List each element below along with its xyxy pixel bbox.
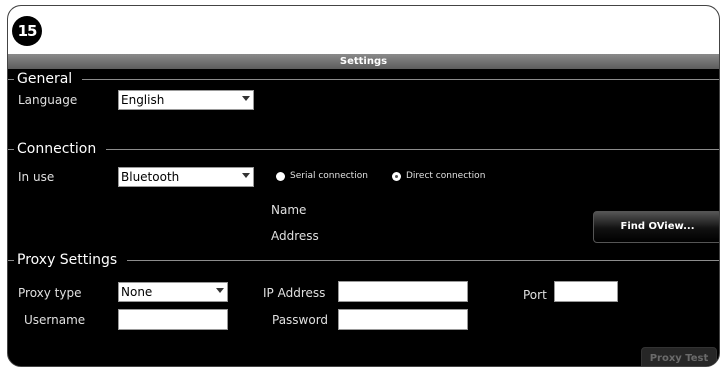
section-divider — [8, 79, 719, 80]
ip-address-input[interactable] — [338, 281, 468, 302]
proxy-section-title: Proxy Settings — [14, 251, 128, 269]
device-name-label: Name — [271, 203, 307, 217]
connection-type-dropdown[interactable]: Bluetooth — [118, 167, 254, 187]
device-address-label: Address — [271, 229, 319, 243]
step-number-badge: 15 — [12, 16, 42, 46]
in-use-label: In use — [18, 170, 55, 184]
proxy-type-value: None — [121, 285, 153, 299]
username-label: Username — [24, 313, 86, 327]
connection-section-title: Connection — [14, 140, 107, 158]
general-section-header: General — [8, 70, 719, 88]
language-label: Language — [18, 93, 78, 107]
connection-section-header: Connection — [8, 140, 719, 158]
find-oview-button[interactable]: Find OView... — [593, 211, 719, 243]
direct-connection-radio[interactable] — [392, 172, 401, 181]
settings-panel: 15 Settings General Language English Con… — [7, 5, 720, 367]
window-title: Settings — [8, 54, 719, 69]
port-label: Port — [523, 288, 547, 302]
password-input[interactable] — [338, 309, 468, 330]
chevron-down-icon — [216, 288, 224, 293]
section-divider — [8, 149, 719, 150]
serial-connection-radio[interactable] — [276, 172, 285, 181]
language-dropdown[interactable]: English — [118, 90, 254, 110]
connection-type-value: Bluetooth — [121, 170, 180, 184]
proxy-type-label: Proxy type — [18, 286, 82, 300]
username-input[interactable] — [118, 309, 228, 330]
language-value: English — [121, 93, 165, 107]
proxy-section-header: Proxy Settings — [8, 251, 719, 269]
chevron-down-icon — [242, 173, 250, 178]
proxy-type-dropdown[interactable]: None — [118, 282, 228, 302]
header-area: 15 — [8, 6, 719, 54]
proxy-test-button[interactable]: Proxy Test — [641, 347, 717, 366]
chevron-down-icon — [242, 96, 250, 101]
ip-address-label: IP Address — [263, 286, 326, 300]
password-label: Password — [272, 313, 329, 327]
general-section-title: General — [14, 70, 83, 88]
port-input[interactable] — [554, 281, 618, 302]
direct-connection-label: Direct connection — [406, 171, 486, 181]
serial-connection-label: Serial connection — [290, 171, 368, 181]
